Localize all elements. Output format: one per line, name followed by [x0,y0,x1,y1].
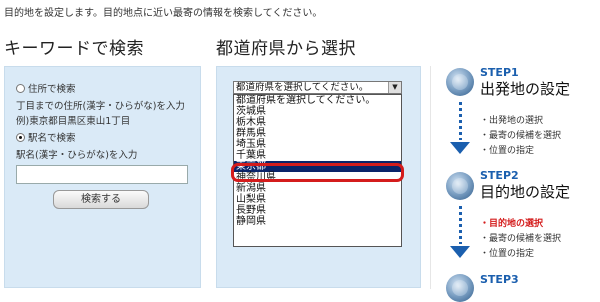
step2-bullet: ・位置の指定 [480,249,535,259]
chevron-down-icon[interactable]: ▼ [388,82,401,93]
prefecture-select[interactable]: 都道府県を選択してください。 ▼ [233,81,402,94]
step1-title: 出発地の設定 [480,80,571,98]
prefecture-option[interactable]: 千葉県 [234,150,401,161]
prefecture-option[interactable]: 長野県 [234,205,401,216]
step1-connector [459,102,462,140]
divider [430,66,431,289]
prefecture-select-value: 都道府県を選択してください。 [236,82,369,93]
prefecture-select-heading: 都道府県から選択 [216,39,356,59]
prefecture-option[interactable]: 埼玉県 [234,139,401,150]
keyword-input[interactable] [16,165,188,184]
arrow-down-icon [450,142,470,154]
prefecture-option[interactable]: 静岡県 [234,216,401,227]
step1-bullet: ・位置の指定 [480,146,535,156]
address-hint: 丁目までの住所(漢字・ひらがな)を入力 [16,101,185,112]
step2-title: 目的地の設定 [480,183,571,201]
search-button[interactable]: 検索する [53,190,149,209]
prefecture-option[interactable]: 群馬県 [234,128,401,139]
selection-highlight-frame [231,163,404,182]
prefecture-option[interactable]: 山梨県 [234,194,401,205]
prefecture-option[interactable]: 都道府県を選択してください。 [234,95,401,106]
address-radio[interactable] [16,83,25,93]
address-radio-label: 住所で検索 [28,84,76,95]
prefecture-option[interactable]: 栃木県 [234,117,401,128]
address-example: 例)東京都目黒区東山1丁目 [16,116,131,127]
address-search-option[interactable]: 住所で検索 [16,81,76,95]
keyword-search-heading: キーワードで検索 [4,39,144,59]
arrow-down-icon [450,246,470,258]
step3-label: STEP3 [480,273,519,286]
station-radio[interactable] [16,132,25,142]
step3-icon [446,274,474,302]
station-search-option[interactable]: 駅名で検索 [16,130,76,144]
intro-text: 目的地を設定します。目的地点に近い最寄の情報を検索してください。 [4,8,323,19]
station-hint: 駅名(漢字・ひらがな)を入力 [16,150,138,161]
step1-bullet: ・最寄の候補を選択 [480,131,562,141]
prefecture-panel: 都道府県を選択してください。 ▼ 都道府県を選択してください。 茨城県 栃木県 群馬県… [216,66,421,288]
step2-bullet-active: ・目的地の選択 [480,219,544,229]
step1-bullet: ・出発地の選択 [480,116,544,126]
step1-icon [446,68,474,96]
keyword-search-panel: 住所で検索 丁目までの住所(漢字・ひらがな)を入力 例)東京都目黒区東山1丁目 … [4,66,201,288]
step2-icon [446,172,474,200]
prefecture-option[interactable]: 茨城県 [234,106,401,117]
step2-bullet: ・最寄の候補を選択 [480,234,562,244]
station-radio-label: 駅名で検索 [28,133,76,144]
prefecture-option[interactable]: 新潟県 [234,183,401,194]
step2-connector [459,206,462,244]
